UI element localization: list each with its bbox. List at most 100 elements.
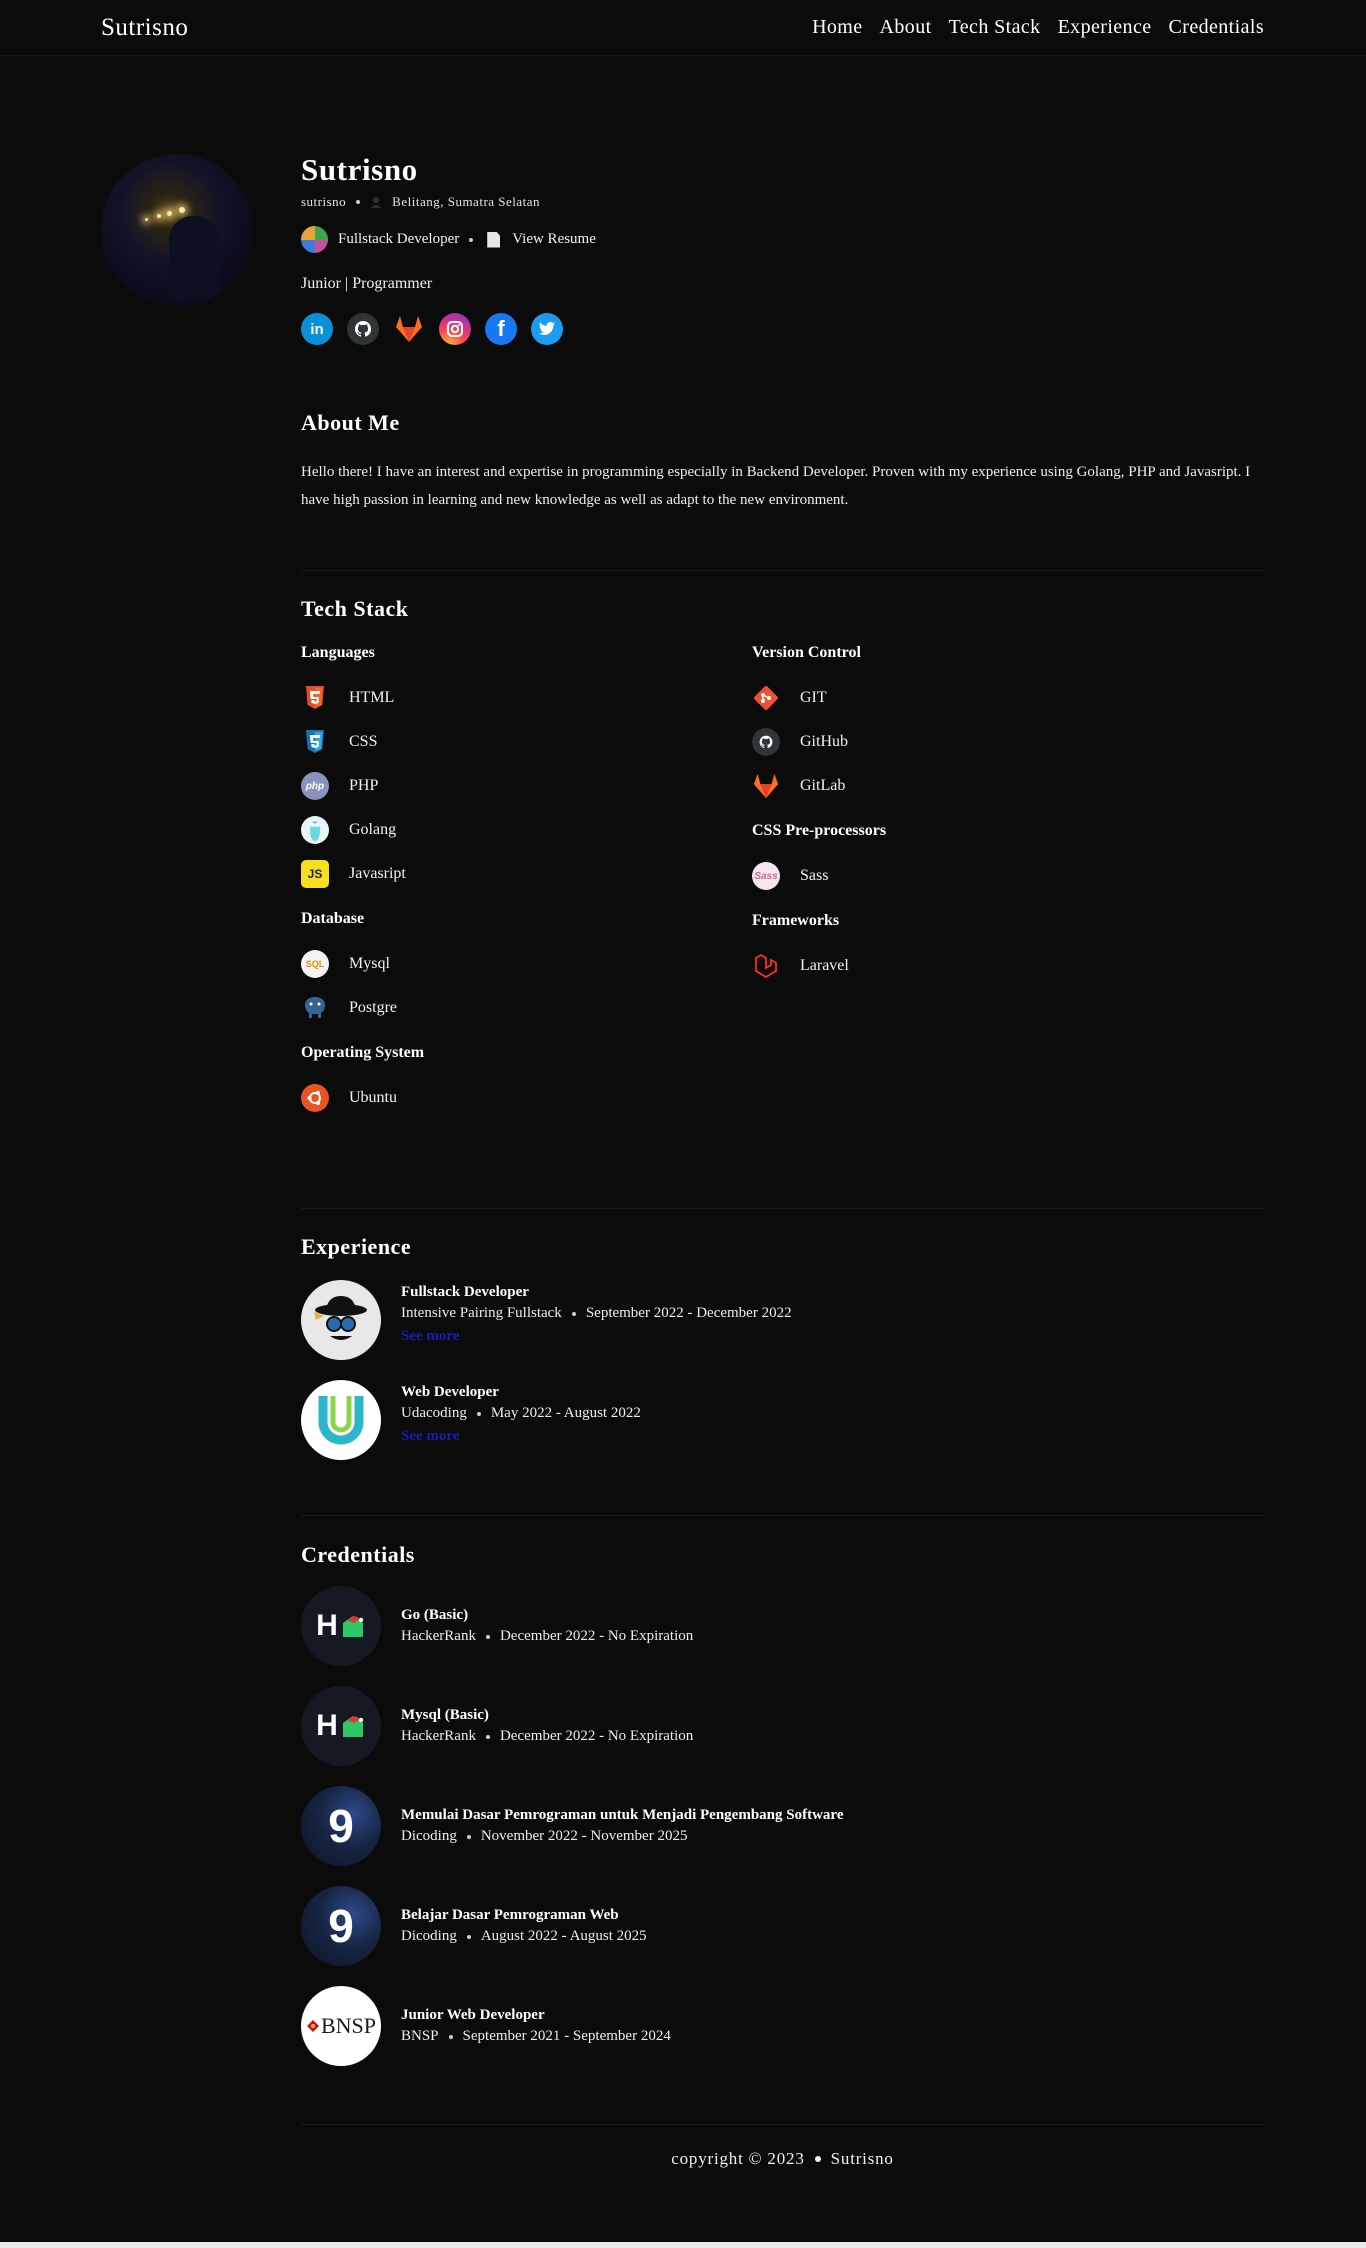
separator-dot [571,1311,576,1316]
tech-item-label: Sass [800,867,829,884]
tech-item-html: HTML [301,676,752,720]
nav-links: Home About Tech Stack Experience Credent… [812,16,1264,39]
credential-item: BNSP Junior Web Developer BNSP September… [301,1986,1264,2066]
gitlab-icon [752,772,780,800]
credential-title: Junior Web Developer [401,2007,545,2023]
tech-item-mysql: SQL Mysql [301,942,752,986]
javascript-icon: JS [301,860,329,888]
tech-item-php: php PHP [301,764,752,808]
credential-issuer: BNSP [401,2028,439,2044]
tech-group-database: Database SQL Mysql Postgre [301,910,752,1030]
profile-role: Fullstack Developer [338,231,460,247]
tech-group-vcs: Version Control GIT GitHub GitLab [752,644,1203,808]
experience-section: Experience Fullstack Developer Intensive… [301,1234,1264,1460]
credential-issuer: HackerRank [401,1628,476,1644]
credential-details: Mysql (Basic) HackerRank December 2022 -… [401,1707,693,1745]
tech-item-gitlab: GitLab [752,764,1203,808]
section-divider [301,570,1264,571]
credential-title: Belajar Dasar Pemrograman Web [401,1907,619,1923]
nav-experience[interactable]: Experience [1058,16,1152,39]
experience-subtitle: Udacoding May 2022 - August 2022 [401,1405,641,1422]
tech-group-title: Database [301,910,365,927]
credential-title: Memulai Dasar Pemrograman untuk Menjadi … [401,1807,844,1823]
developer-icon [301,226,328,253]
separator-dot [356,200,361,204]
tech-item-golang: Golang [301,808,752,852]
experience-title: Web Developer [401,1384,499,1400]
dicoding-logo-icon: 9 [301,1786,381,1866]
credential-subtitle: HackerRank December 2022 - No Expiration [401,1628,693,1645]
tech-item-label: GitHub [800,733,848,750]
credential-subtitle: HackerRank December 2022 - No Expiration [401,1728,693,1745]
css3-icon [301,728,329,756]
tech-column-left: Languages HTML CSS php PHP Golang JS Jav… [301,644,752,1134]
section-divider [301,1515,1264,1516]
tech-item-javascript: JS Javasript [301,852,752,896]
avatar [101,154,253,306]
udacoding-logo-icon [301,1380,381,1460]
credential-period: December 2022 - No Expiration [499,1628,694,1644]
credential-issuer: HackerRank [401,1728,476,1744]
experience-title: Fullstack Developer [401,1284,529,1300]
tech-item-github: GitHub [752,720,1203,764]
credential-period: December 2022 - No Expiration [499,1728,694,1744]
profile-tagline: Junior | Programmer [301,275,433,292]
tech-item-sass: Sass Sass [752,854,1203,898]
credential-subtitle: BNSP September 2021 - September 2024 [401,2028,671,2045]
tech-item-label: Golang [349,821,397,838]
tech-group-title: Operating System [301,1044,425,1061]
golang-gopher-icon [301,816,329,844]
experience-details: Fullstack Developer Intensive Pairing Fu… [401,1280,792,1360]
tech-stack-heading: Tech Stack [301,596,409,621]
nav-about[interactable]: About [880,16,932,39]
credential-issuer: Dicoding [401,1828,457,1844]
dicoding-logo-icon: 9 [301,1886,381,1966]
tech-item-git: GIT [752,676,1203,720]
bottom-bar [0,2242,1366,2248]
tech-item-label: Laravel [800,957,849,974]
profile-name: Sutrisno [301,152,418,187]
tech-group-languages: Languages HTML CSS php PHP Golang JS Jav… [301,644,752,896]
experience-subtitle: Intensive Pairing Fullstack September 20… [401,1305,792,1322]
separator-dot [485,1634,490,1639]
tech-item-postgre: Postgre [301,986,752,1030]
credential-item: H Mysql (Basic) HackerRank December 2022… [301,1686,1264,1766]
nav-home[interactable]: Home [812,16,862,39]
credential-period: September 2021 - September 2024 [462,2028,671,2044]
gitlab-icon[interactable] [393,313,425,345]
linkedin-icon[interactable]: in [301,313,333,345]
view-resume-link[interactable]: View Resume [512,231,596,248]
experience-period: September 2022 - December 2022 [585,1305,792,1321]
facebook-icon[interactable]: f [485,313,517,345]
github-icon [752,728,780,756]
see-more-link[interactable]: See more [401,1428,459,1445]
credentials-section: Credentials H Go (Basic) HackerRank Dece… [301,1542,1264,2066]
credential-subtitle: Dicoding November 2022 - November 2025 [401,1828,843,1845]
nav-credentials[interactable]: Credentials [1169,16,1264,39]
credentials-list: H Go (Basic) HackerRank December 2022 - … [301,1586,1264,2066]
credential-details: Go (Basic) HackerRank December 2022 - No… [401,1607,693,1645]
tech-item-ubuntu: Ubuntu [301,1076,752,1120]
credential-details: Junior Web Developer BNSP September 2021… [401,2007,671,2045]
social-links: in f [301,313,596,345]
tech-group-title: Version Control [752,644,861,661]
credential-period: November 2022 - November 2025 [480,1828,688,1844]
nav-tech-stack[interactable]: Tech Stack [949,16,1041,39]
credential-details: Belajar Dasar Pemrograman Web Dicoding A… [401,1907,647,1945]
tech-group-title: Languages [301,644,375,661]
role-row: Fullstack Developer View Resume [301,226,596,253]
twitter-icon[interactable] [531,313,563,345]
see-more-link[interactable]: See more [401,1328,459,1345]
github-icon[interactable] [347,313,379,345]
profile-username: sutrisno [301,194,347,209]
credential-title: Mysql (Basic) [401,1707,489,1723]
brand-logo[interactable]: Sutrisno [101,14,188,42]
experience-item: Web Developer Udacoding May 2022 - Augus… [301,1380,1264,1460]
bnsp-logo-icon: BNSP [301,1986,381,2066]
footer-copyright: copyright © 2023 [671,2149,805,2168]
instagram-icon[interactable] [439,313,471,345]
experience-item: Fullstack Developer Intensive Pairing Fu… [301,1280,1264,1360]
separator-dot [485,1734,490,1739]
tech-item-label: GitLab [800,777,846,794]
footer: copyright © 2023 Sutrisno [301,2124,1264,2169]
